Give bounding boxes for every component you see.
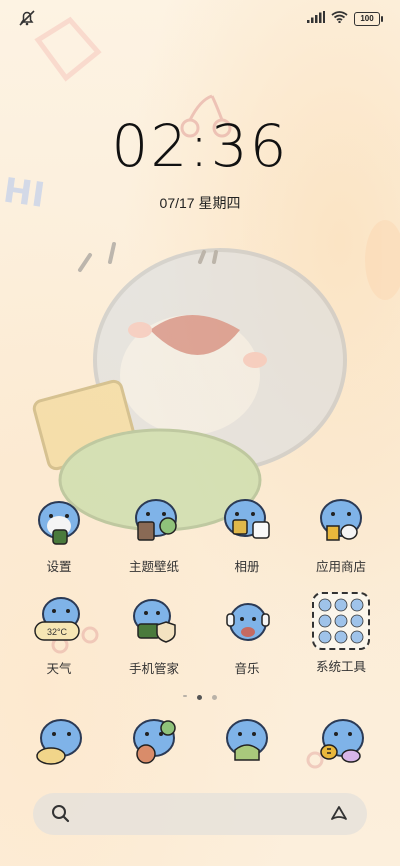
dock-browser[interactable] [202,712,292,772]
app-store-shark-icon [311,490,371,550]
app-security[interactable]: 手机管家 [109,592,199,677]
phone-shark-icon [29,712,89,772]
page-indicator-dash [183,694,187,697]
weather-shark-icon: 32°C [29,592,89,652]
wifi-icon [331,10,348,28]
app-label: 应用商店 [315,560,366,574]
weather-temperature: 32°C [47,627,68,637]
search-bar[interactable] [33,793,367,835]
system-tools-folder-icon [312,592,370,650]
music-shark-icon [217,592,277,652]
app-app-store[interactable]: 应用商店 [296,490,386,575]
clock-time[interactable]: 02:36 [0,112,400,180]
app-label: 音乐 [234,662,260,676]
gallery-shark-icon [217,490,277,550]
camera-shark-icon [311,712,371,772]
search-icon [51,804,71,829]
themes-shark-icon [124,490,184,550]
app-label: 系统工具 [315,660,366,674]
page-indicator-dot [212,695,217,700]
app-weather[interactable]: 32°C 天气 [14,592,104,677]
settings-shark-icon [29,490,89,550]
app-label: 相册 [234,560,260,574]
dock-phone[interactable] [14,712,104,772]
page-indicator[interactable] [0,687,400,705]
browser-shark-icon [217,712,277,772]
clock-date[interactable]: 07/17 星期四 [0,193,400,213]
cellular-signal-icon [307,10,325,28]
status-bar: 100 [0,0,400,36]
app-themes[interactable]: 主题壁纸 [109,490,199,575]
app-label: 主题壁纸 [128,560,179,574]
app-gallery[interactable]: 相册 [202,490,292,575]
app-label: 设置 [46,560,72,574]
app-settings[interactable]: 设置 [14,490,104,575]
messages-shark-icon [124,712,184,772]
notifications-muted-icon [18,9,36,32]
page-indicator-dot-active [197,695,202,700]
app-label: 天气 [46,662,72,676]
assistant-icon[interactable] [329,804,349,829]
dock-messages[interactable] [109,712,199,772]
app-music[interactable]: 音乐 [202,592,292,677]
app-label: 手机管家 [128,662,179,676]
battery-indicator: 100 [354,12,383,26]
security-shark-icon [124,592,184,652]
dock-camera[interactable] [296,712,386,772]
folder-system-tools[interactable]: 系统工具 [296,592,386,675]
